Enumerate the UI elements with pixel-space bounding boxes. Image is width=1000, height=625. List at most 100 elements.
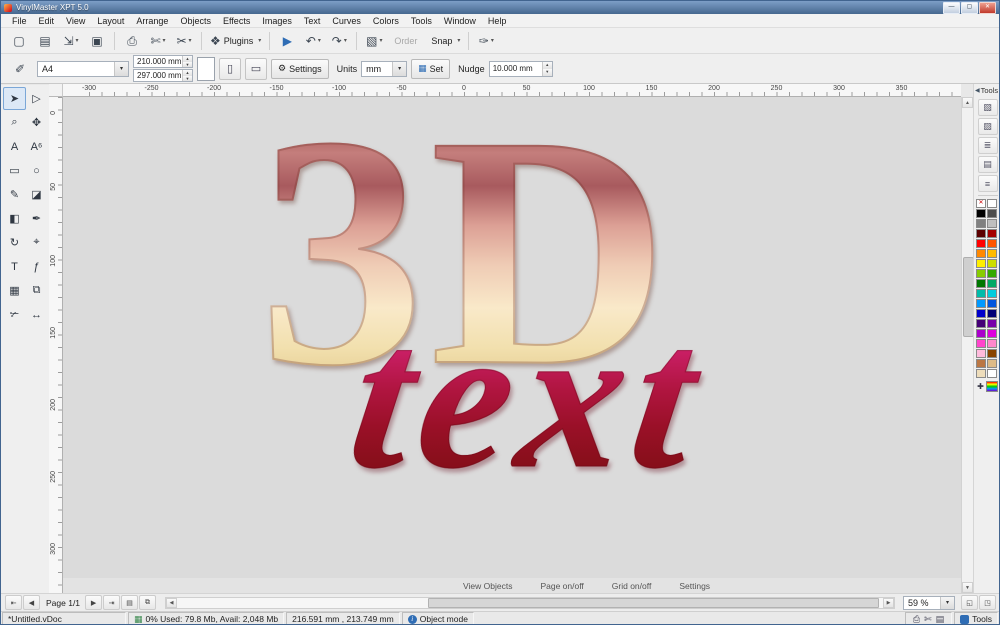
open-button[interactable]: ▤	[33, 30, 57, 52]
set-button[interactable]: ▦ Set	[411, 59, 450, 79]
menu-objects[interactable]: Objects	[174, 16, 217, 26]
color-swatch[interactable]	[976, 319, 986, 328]
menu-help[interactable]: Help	[482, 16, 513, 26]
tools-toggle[interactable]: Tools	[954, 612, 998, 625]
menu-images[interactable]: Images	[256, 16, 298, 26]
maximize-button[interactable]: ▢	[961, 2, 978, 14]
text-edit-tool[interactable]: T	[3, 255, 26, 278]
add-page-button[interactable]: ▤	[121, 595, 138, 610]
add-color-button[interactable]: ✚	[977, 382, 984, 391]
import-button[interactable]: ⇲▾	[59, 30, 83, 52]
redo-button[interactable]: ↷▾	[327, 30, 351, 52]
color-swatch[interactable]	[976, 359, 986, 368]
title-bar[interactable]: VinylMaster XPT 5.0 — ▢ ✕	[1, 1, 999, 14]
stroke-panel-button[interactable]: ▨	[978, 118, 998, 135]
color-swatch[interactable]	[987, 309, 997, 318]
print-button[interactable]: ⎙	[120, 30, 144, 52]
chevron-down-icon[interactable]: ▾	[258, 37, 261, 44]
color-swatch[interactable]	[976, 219, 986, 228]
close-button[interactable]: ✕	[979, 2, 996, 14]
page-settings-button[interactable]: ⚙ Settings	[271, 59, 329, 79]
rotate-tool[interactable]: ↻	[3, 231, 26, 254]
menu-edit[interactable]: Edit	[33, 16, 61, 26]
spinner-arrows[interactable]: ▲ ▼	[542, 62, 552, 76]
menu-colors[interactable]: Colors	[367, 16, 405, 26]
eyedropper-tool[interactable]: ⌖	[25, 231, 48, 254]
save-button[interactable]: ▣	[85, 30, 109, 52]
chevron-down-icon[interactable]: ▾	[457, 37, 460, 44]
scroll-right-icon[interactable]: ▶	[883, 598, 894, 608]
fit-page-button[interactable]: ◱	[961, 595, 978, 610]
menu-text[interactable]: Text	[298, 16, 327, 26]
next-page-button[interactable]: ▶	[85, 595, 102, 610]
objects-panel-button[interactable]: ▤	[978, 156, 998, 173]
snap-button[interactable]: Snap▾	[425, 30, 463, 52]
color-swatch[interactable]	[976, 299, 986, 308]
chevron-down-icon[interactable]: ▾	[379, 37, 382, 44]
chevron-down-icon[interactable]: ▾	[76, 37, 79, 44]
color-swatch[interactable]	[987, 239, 997, 248]
vertical-scrollbar[interactable]: ▲ ▼	[961, 97, 973, 593]
horizontal-scrollbar[interactable]: ◀ ▶	[165, 597, 895, 609]
color-swatch[interactable]	[987, 359, 997, 368]
chevron-down-icon[interactable]: ▾	[318, 37, 321, 44]
color-swatch[interactable]	[987, 289, 997, 298]
color-swatch[interactable]	[987, 319, 997, 328]
color-swatch[interactable]	[976, 369, 986, 378]
effects-tool[interactable]: ƒ	[25, 255, 48, 278]
chevron-down-icon[interactable]: ▾	[392, 62, 406, 76]
color-swatch[interactable]	[987, 269, 997, 278]
zoom-tool[interactable]: ⌕	[3, 111, 26, 134]
color-swatch[interactable]	[976, 349, 986, 358]
apply-button[interactable]: ▶	[275, 30, 299, 52]
color-swatch[interactable]	[987, 219, 997, 228]
select-tool[interactable]: ➤	[3, 87, 26, 110]
last-page-button[interactable]: ⇥	[103, 595, 120, 610]
menu-file[interactable]: File	[6, 16, 33, 26]
scroll-left-icon[interactable]: ◀	[166, 598, 177, 608]
gradient-swatch[interactable]	[986, 381, 998, 392]
minimize-button[interactable]: —	[943, 2, 960, 14]
chevron-down-icon[interactable]: ▾	[491, 37, 494, 44]
page-preset-combo[interactable]: A4 ▾	[37, 61, 129, 77]
color-swatch[interactable]	[976, 339, 986, 348]
fill-tool[interactable]: ◧	[3, 207, 26, 230]
chevron-down-icon[interactable]: ▾	[163, 37, 166, 44]
shear-tool[interactable]: ◪	[25, 183, 48, 206]
spin-down-icon[interactable]: ▼	[182, 76, 192, 82]
ellipse-tool[interactable]: ○	[25, 159, 48, 182]
rectangle-tool[interactable]: ▭	[3, 159, 26, 182]
color-swatch[interactable]	[987, 279, 997, 288]
arrange-button[interactable]: ▧▾	[362, 30, 386, 52]
collapse-left-icon[interactable]: ◀	[975, 87, 980, 94]
tools-panel-header[interactable]: ◀ Tools	[974, 84, 1000, 97]
pen-tool[interactable]: ✒	[25, 207, 48, 230]
zoom-combo[interactable]: 59 % ▾	[903, 596, 955, 610]
chevron-down-icon[interactable]: ▾	[114, 62, 128, 76]
grid-toggle-link[interactable]: Grid on/off	[612, 581, 652, 591]
color-swatch[interactable]	[987, 249, 997, 258]
page-width-field[interactable]: 210.000 mm ▲ ▼	[133, 55, 193, 68]
canvas-art-script-text[interactable]: text	[341, 295, 717, 500]
menu-tools[interactable]: Tools	[405, 16, 438, 26]
plugins-button[interactable]: ❖Plugins▾	[207, 30, 264, 52]
color-swatch[interactable]	[976, 239, 986, 248]
clone-tool[interactable]: ⧉	[25, 279, 48, 302]
text-tool[interactable]: A	[3, 135, 26, 158]
color-swatch[interactable]	[976, 249, 986, 258]
color-swatch[interactable]	[987, 329, 997, 338]
color-swatch[interactable]	[987, 339, 997, 348]
plot-manager-button[interactable]: ✂▾	[172, 30, 196, 52]
layers-panel-button[interactable]: ≣	[978, 137, 998, 154]
menu-window[interactable]: Window	[438, 16, 482, 26]
spin-up-icon[interactable]: ▲	[542, 62, 552, 69]
cutter-status-icon[interactable]: ✄	[924, 614, 932, 625]
scroll-down-icon[interactable]: ▼	[962, 582, 973, 593]
landscape-orientation-button[interactable]: ▭	[245, 58, 267, 80]
display-status-icon[interactable]: ▤	[936, 614, 945, 625]
color-swatch[interactable]	[987, 259, 997, 268]
previous-page-button[interactable]: ◀	[23, 595, 40, 610]
nudge-field[interactable]: 10.000 mm ▲ ▼	[489, 61, 553, 77]
new-document-button[interactable]: ▢	[7, 30, 31, 52]
undo-button[interactable]: ↶▾	[301, 30, 325, 52]
